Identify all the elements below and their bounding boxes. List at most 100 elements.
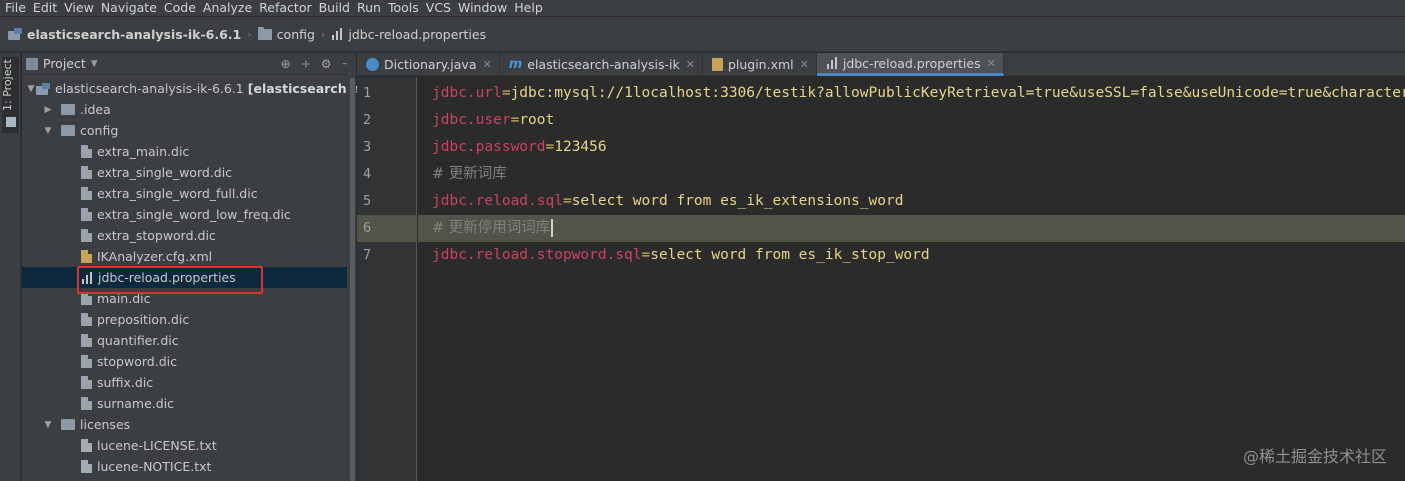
chevron-down-icon[interactable]: ▼ <box>26 84 36 94</box>
close-icon[interactable]: ✕ <box>686 58 695 71</box>
tree-file[interactable]: suffix.dic <box>22 372 356 393</box>
dictionary-file-icon <box>81 313 92 326</box>
tree-item-label: suffix.dic <box>97 375 154 390</box>
breadcrumb-folder-label: config <box>276 26 315 42</box>
code-editor[interactable]: jdbc.url=jdbc:mysql://1localhost:3306/te… <box>418 77 1405 481</box>
tree-folder[interactable]: ▼ config <box>22 120 356 141</box>
close-icon[interactable]: ✕ <box>987 57 996 70</box>
menu-navigate[interactable]: Navigate <box>98 0 160 16</box>
tree-scrollbar[interactable] <box>350 78 355 481</box>
breadcrumb-separator: › <box>247 27 252 41</box>
property-key: jdbc.password <box>432 139 546 155</box>
tree-item-label: extra_single_word.dic <box>97 165 233 180</box>
folder-icon <box>61 104 75 115</box>
line-number: 6 <box>357 215 417 242</box>
breadcrumb-file[interactable]: jdbc-reload.properties <box>331 27 486 42</box>
chevron-right-icon[interactable]: ▶ <box>43 105 53 115</box>
menu-run[interactable]: Run <box>354 0 384 16</box>
project-panel-title[interactable]: Project <box>43 56 86 71</box>
editor-tab[interactable]: plugin.xml ✕ <box>703 53 817 76</box>
dictionary-file-icon <box>81 397 92 410</box>
line-number: 4 <box>363 166 372 182</box>
line-number: 5 <box>363 193 372 209</box>
menu-window[interactable]: Window <box>455 0 510 16</box>
property-separator: = <box>641 247 651 263</box>
code-line[interactable]: # 更新词库 <box>418 161 1405 188</box>
tree-item-label: extra_stopword.dic <box>97 228 216 243</box>
project-panel: Project ▼ ⊕ ÷ ⚙ ⊣ ▼ elasticsearch-analysi… <box>22 53 390 481</box>
code-line[interactable]: jdbc.reload.stopword.sql=select word fro… <box>418 242 1405 269</box>
dictionary-file-icon <box>81 334 92 347</box>
code-line[interactable]: jdbc.reload.sql=select word from es_ik_e… <box>418 188 1405 215</box>
project-tree: ▼ elasticsearch-analysis-ik-6.6.1 [elastic… <box>22 78 390 477</box>
menu-refactor[interactable]: Refactor <box>256 0 314 16</box>
structure-icon[interactable] <box>6 117 16 127</box>
text-file-icon <box>81 439 92 452</box>
chevron-down-icon[interactable]: ▼ <box>43 126 53 136</box>
breadcrumb-folder[interactable]: config <box>257 26 315 42</box>
tree-item-label: quantifier.dic <box>97 333 179 348</box>
properties-file-icon <box>331 28 344 40</box>
tree-item-label: config <box>80 123 119 138</box>
editor-tabs: Dictionary.java ✕ m elasticsearch-analysis-… <box>357 53 1405 76</box>
tree-item-label: IKAnalyzer.cfg.xml <box>97 249 213 264</box>
dictionary-file-icon <box>81 145 92 158</box>
tree-file[interactable]: IKAnalyzer.cfg.xml <box>22 246 356 267</box>
breadcrumb-project[interactable]: elasticsearch-analysis-ik-6.6.1 <box>8 27 241 42</box>
tree-file[interactable]: quantifier.dic <box>22 330 356 351</box>
editor-tab[interactable]: Dictionary.java ✕ <box>357 53 500 76</box>
property-key: jdbc.url <box>432 85 502 101</box>
tree-item-label: lucene-NOTICE.txt <box>97 459 212 474</box>
editor-tab[interactable]: m elasticsearch-analysis-ik ✕ <box>500 53 703 76</box>
tree-file[interactable]: extra_main.dic <box>22 141 356 162</box>
menu-vcs[interactable]: VCS <box>423 0 454 16</box>
tree-file[interactable]: lucene-NOTICE.txt <box>22 456 356 477</box>
module-icon <box>8 28 22 40</box>
locate-icon[interactable]: ⊕ <box>281 57 291 71</box>
tree-file[interactable]: extra_stopword.dic <box>22 225 356 246</box>
project-panel-header: Project ▼ ⊕ ÷ ⚙ ⊣ <box>22 53 356 75</box>
code-line[interactable]: # 更新停用词词库 <box>418 215 1405 242</box>
project-tool-label[interactable]: 1: Project <box>1 55 14 111</box>
menu-edit[interactable]: Edit <box>30 0 60 16</box>
tree-folder[interactable]: ▼ licenses <box>22 414 356 435</box>
code-line[interactable]: jdbc.password=123456 <box>418 134 1405 161</box>
tree-file[interactable]: extra_single_word.dic <box>22 162 356 183</box>
tree-file[interactable]: extra_single_word_full.dic <box>22 183 356 204</box>
menu-build[interactable]: Build <box>316 0 353 16</box>
gear-icon[interactable]: ⚙ <box>321 57 332 71</box>
tree-root[interactable]: ▼ elasticsearch-analysis-ik-6.6.1 [elastic… <box>22 78 390 99</box>
tree-file[interactable]: preposition.dic <box>22 309 356 330</box>
line-number: 2 <box>363 112 372 128</box>
editor-tab[interactable]: jdbc-reload.properties ✕ <box>816 53 1004 76</box>
menu-help[interactable]: Help <box>511 0 546 16</box>
menu-file[interactable]: File <box>0 0 29 16</box>
tree-file[interactable]: surname.dic <box>22 393 356 414</box>
tree-file[interactable]: main.dic <box>22 288 356 309</box>
chevron-down-icon[interactable]: ▼ <box>91 59 98 69</box>
tree-item-label: .idea <box>80 102 111 117</box>
tree-folder[interactable]: ▶ .idea <box>22 99 356 120</box>
menu-view[interactable]: View <box>61 0 97 16</box>
close-icon[interactable]: ✕ <box>483 58 492 71</box>
code-line[interactable]: jdbc.user=root <box>418 107 1405 134</box>
editor-tab-label: elasticsearch-analysis-ik <box>527 57 680 72</box>
tree-file[interactable]: extra_single_word_low_freq.dic <box>22 204 356 225</box>
tree-file[interactable]: stopword.dic <box>22 351 356 372</box>
dictionary-file-icon <box>81 292 92 305</box>
tree-file[interactable]: jdbc-reload.properties <box>22 267 356 288</box>
property-separator: = <box>510 112 520 128</box>
dictionary-file-icon <box>81 208 92 221</box>
code-line[interactable]: jdbc.url=jdbc:mysql://1localhost:3306/te… <box>418 80 1405 107</box>
tree-item-label: jdbc-reload.properties <box>98 270 236 285</box>
menu-tools[interactable]: Tools <box>385 0 422 16</box>
close-icon[interactable]: ✕ <box>800 58 809 71</box>
menu-code[interactable]: Code <box>161 0 199 16</box>
collapse-icon[interactable]: ÷ <box>301 57 311 71</box>
dictionary-file-icon <box>81 229 92 242</box>
tree-file[interactable]: lucene-LICENSE.txt <box>22 435 356 456</box>
menu-analyze[interactable]: Analyze <box>200 0 255 16</box>
tree-item-label: licenses <box>80 417 131 432</box>
chevron-down-icon[interactable]: ▼ <box>43 420 53 430</box>
properties-file-icon <box>826 57 838 69</box>
